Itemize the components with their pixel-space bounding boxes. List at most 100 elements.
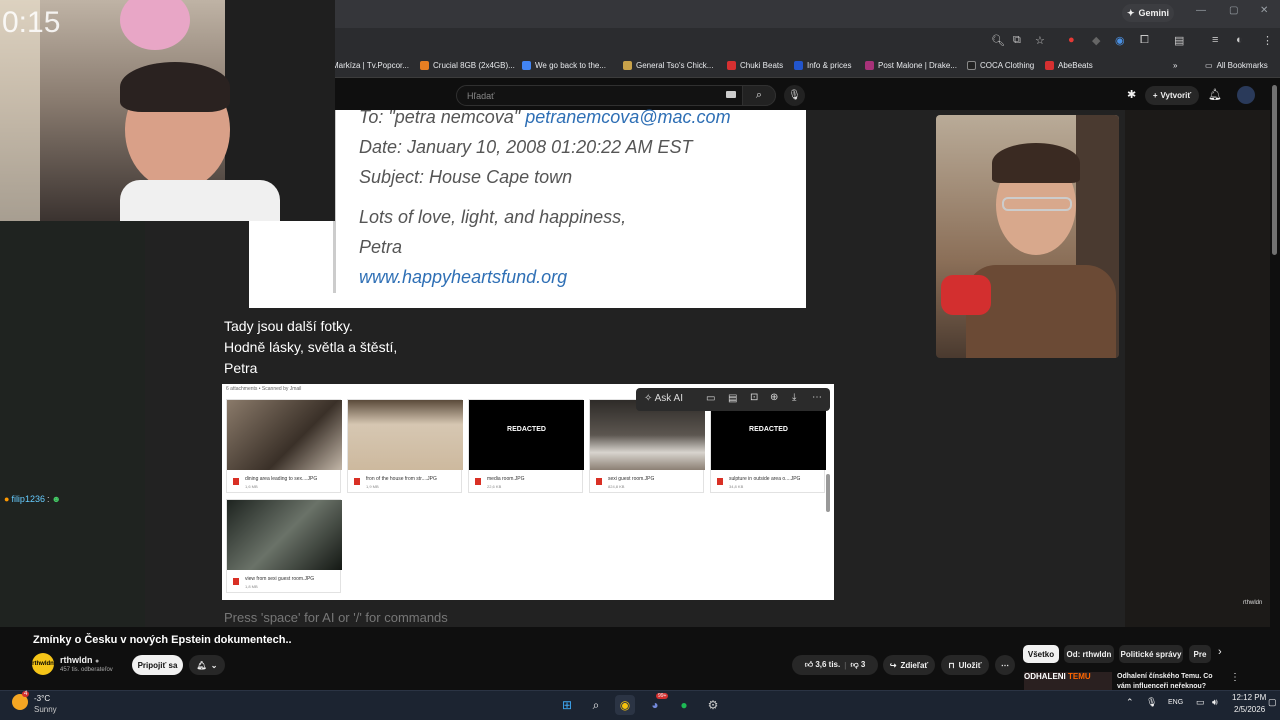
start-icon[interactable]: ⊞ xyxy=(557,695,577,715)
emote-icon: ☻ xyxy=(51,494,61,504)
extension-icon[interactable]: ✱ xyxy=(1127,88,1136,101)
rec-menu-icon[interactable]: ⋮ xyxy=(1230,672,1240,683)
notifications-button[interactable]: 🔔︎ ⌄ xyxy=(189,655,225,675)
language-indicator[interactable]: ENG xyxy=(1168,699,1183,706)
verified-icon: ● xyxy=(95,658,100,665)
photo-thumbnail xyxy=(348,400,463,470)
attachment-item: REDACTED media room.JPG 22,6 KB xyxy=(468,399,584,493)
note-icon[interactable]: ▤ xyxy=(728,393,737,404)
email-date: Date: January 10, 2008 01:20:22 AM EST xyxy=(359,137,693,157)
discord-badge: 99+ xyxy=(656,693,669,699)
chrome-icon[interactable]: ◉ xyxy=(615,695,635,715)
minimize-icon[interactable]: — xyxy=(1196,5,1206,16)
volume-icon[interactable]: 🔊︎ xyxy=(1212,697,1218,708)
bookmark-item[interactable]: General Tso's Chick... xyxy=(623,61,713,70)
microphone-icon[interactable]: 🎙︎ xyxy=(784,85,805,106)
chevron-up-icon[interactable]: ⌃ xyxy=(1126,697,1134,708)
plush-toy xyxy=(120,0,190,50)
sparkle-icon: ✧ xyxy=(644,393,653,404)
all-bookmarks[interactable]: ▭ All Bookmarks xyxy=(1205,61,1268,70)
download-icon[interactable]: ⤓ xyxy=(792,392,796,403)
photo-thumbnail xyxy=(227,400,342,470)
bookmark-item[interactable]: Post Malone | Drake... xyxy=(865,61,957,70)
body-line: Tady jsou další fotky. xyxy=(224,318,353,334)
extension-blue-icon[interactable]: ◉ xyxy=(1115,34,1125,47)
zoom-in-icon[interactable]: ⊕ xyxy=(770,392,778,403)
rec-title[interactable]: Odhalení čínského Temu. Co vám influence… xyxy=(1117,672,1227,690)
image-file-icon xyxy=(596,478,602,485)
bookmark-item[interactable]: Info & prices xyxy=(794,61,851,70)
star-icon[interactable]: ☆ xyxy=(1035,34,1045,47)
image-file-icon xyxy=(233,478,239,485)
sidepanel-icon[interactable]: ▤ xyxy=(1174,34,1184,47)
email-love: Lots of love, light, and happiness, xyxy=(359,207,627,227)
menu-icon[interactable]: ⋮ xyxy=(1262,34,1273,47)
extension-red-icon[interactable]: ● xyxy=(1068,34,1075,46)
bell-icon[interactable]: 🔔︎ xyxy=(1208,88,1222,101)
more-actions-button[interactable]: ⋯ xyxy=(995,655,1015,675)
watermark: rthwldn xyxy=(1243,600,1263,606)
clock-time[interactable]: 12:12 PM xyxy=(1232,693,1266,702)
hair xyxy=(992,143,1080,183)
chip-partial[interactable]: Pre xyxy=(1189,645,1211,663)
zoom-icon[interactable]: 🔍︎ xyxy=(991,34,1005,47)
chip-political[interactable]: Politické správy xyxy=(1119,645,1183,663)
image-file-icon xyxy=(717,478,723,485)
notification-icon[interactable]: ▢ xyxy=(1268,697,1277,708)
save-button[interactable]: ⊓ Uložiť xyxy=(941,655,989,675)
restore-icon[interactable]: ▢ xyxy=(1229,5,1238,16)
bookmarks-overflow-icon[interactable]: » xyxy=(1173,61,1177,70)
bookmark-item[interactable]: Chuki Beats xyxy=(727,61,783,70)
bookmark-item[interactable]: Crucial 8GB (2x4GB)... xyxy=(420,61,515,70)
hair xyxy=(120,62,230,112)
channel-name[interactable]: rthwldn ● xyxy=(60,655,99,665)
bookmark-item[interactable]: COCA Clothing xyxy=(967,61,1034,70)
subscriber-count: 457 tis. odberateľov xyxy=(60,667,113,673)
glasses xyxy=(1002,197,1072,211)
share-button[interactable]: ↪ Zdieľať xyxy=(883,655,935,675)
bookmark-item[interactable]: We go back to the... xyxy=(522,61,606,70)
chat-username: filip1236 xyxy=(11,494,45,504)
profile-icon[interactable]: ◐ xyxy=(1236,34,1243,46)
video-title: Zmínky o Česku v nových Epstein dokument… xyxy=(33,634,292,646)
more-icon[interactable]: ⋯ xyxy=(812,392,822,403)
network-icon[interactable]: ▭ xyxy=(1196,697,1205,708)
ask-ai-button[interactable]: ✧ Ask AI xyxy=(644,393,683,404)
badge-icon: ● xyxy=(4,494,10,504)
bookmark-favicon-icon xyxy=(865,61,874,70)
avatar[interactable] xyxy=(1237,86,1255,104)
spotify-icon[interactable]: ● xyxy=(674,695,694,715)
chevron-right-icon[interactable]: › xyxy=(1218,646,1222,658)
media-icon[interactable]: ≡ xyxy=(1212,34,1218,46)
page-scrollbar[interactable] xyxy=(1272,85,1277,255)
crop-icon[interactable]: ⊡ xyxy=(750,392,758,403)
app-icon[interactable]: ⚙ xyxy=(703,695,723,715)
like-button[interactable]: 👍︎ 3,6 tis. xyxy=(805,660,841,670)
rec-thumbnail[interactable]: ODHALENI TEMU xyxy=(1024,672,1112,690)
search-icon[interactable]: ⌕ xyxy=(586,695,606,715)
extension-gray-icon[interactable]: ◆ xyxy=(1092,34,1100,47)
gemini-button[interactable]: ✦ Gemini xyxy=(1122,4,1174,22)
attachments-scrollbar[interactable] xyxy=(826,474,830,512)
microphone-icon[interactable]: 🎙︎ xyxy=(1146,697,1157,708)
attachment-item: view from sexi guest room.JPG 1,8 MB xyxy=(226,499,342,593)
keyboard-icon[interactable] xyxy=(726,91,736,98)
bookmark-item[interactable]: AbeBeats xyxy=(1045,61,1093,70)
extensions-icon[interactable]: ⧠ xyxy=(1140,34,1149,47)
close-icon[interactable]: ✕ xyxy=(1260,5,1268,16)
taskbar xyxy=(0,690,1280,720)
webcam-streamer-left: 0:15 xyxy=(0,0,335,221)
search-icon: ⌕ xyxy=(755,89,763,101)
cast-icon[interactable]: ⧉ xyxy=(1013,34,1021,47)
attachment-item: sexi guest room.JPG 824,8 KB xyxy=(589,399,705,493)
comment-icon[interactable]: ▭ xyxy=(706,393,715,404)
chip-from-channel[interactable]: Od: rthwldn xyxy=(1064,645,1114,663)
search-button[interactable]: ⌕ xyxy=(742,85,776,106)
join-button[interactable]: Pripojiť sa xyxy=(132,655,183,675)
channel-avatar[interactable]: rthwldn xyxy=(32,653,54,675)
clock-date[interactable]: 2/5/2026 xyxy=(1234,705,1265,714)
dislike-button[interactable]: 👎︎ 3 xyxy=(850,660,865,670)
chip-all[interactable]: Všetko xyxy=(1023,645,1059,663)
create-button[interactable]: + Vytvoriť xyxy=(1145,86,1199,105)
bookmark-item[interactable]: Markíza | Tv.Popcor... xyxy=(332,61,409,70)
